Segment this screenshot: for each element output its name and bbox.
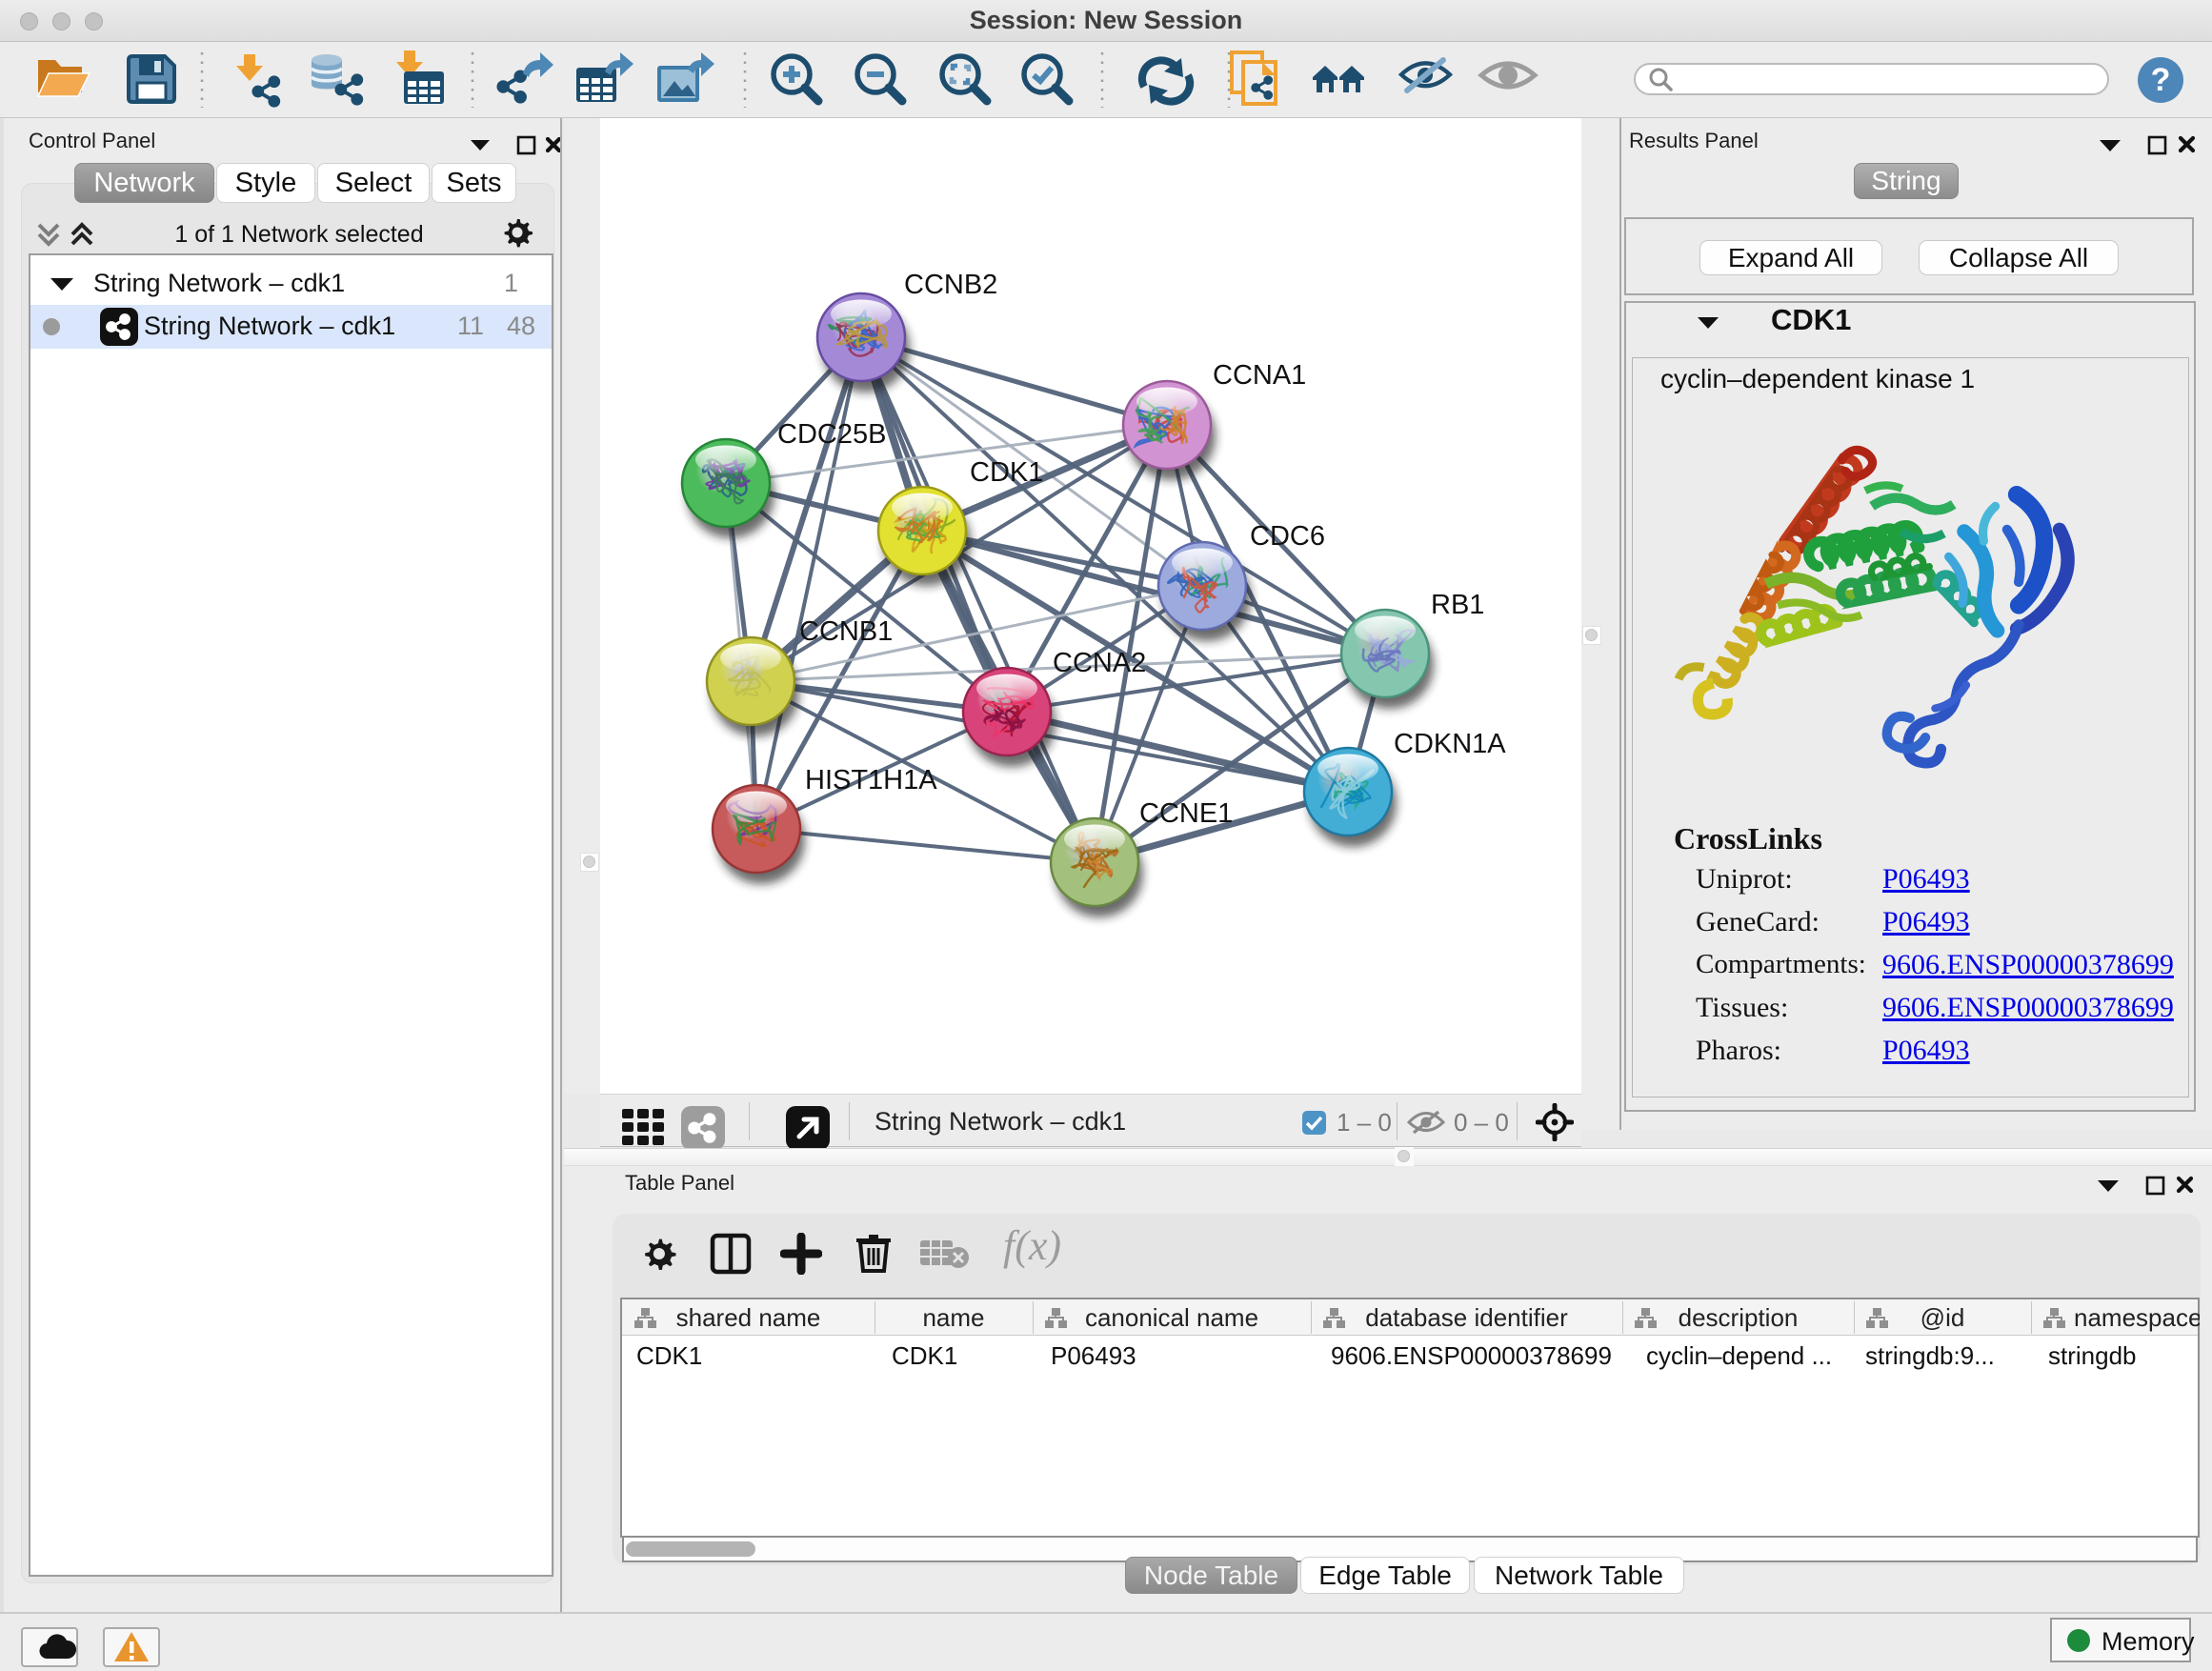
svg-text:RB1: RB1 xyxy=(1431,590,1484,620)
svg-text:CCNE1: CCNE1 xyxy=(1139,798,1233,829)
svg-text:CDKN1A: CDKN1A xyxy=(1394,729,1506,759)
svg-text:CCNB1: CCNB1 xyxy=(799,616,893,647)
svg-text:HIST1H1A: HIST1H1A xyxy=(805,765,937,795)
svg-text:CCNA1: CCNA1 xyxy=(1213,360,1306,391)
svg-text:CDC25B: CDC25B xyxy=(777,419,886,450)
svg-text:CDK1: CDK1 xyxy=(970,457,1043,488)
svg-text:CCNA2: CCNA2 xyxy=(1053,648,1146,678)
svg-text:CCNB2: CCNB2 xyxy=(904,270,997,300)
svg-text:CDC6: CDC6 xyxy=(1250,521,1325,552)
